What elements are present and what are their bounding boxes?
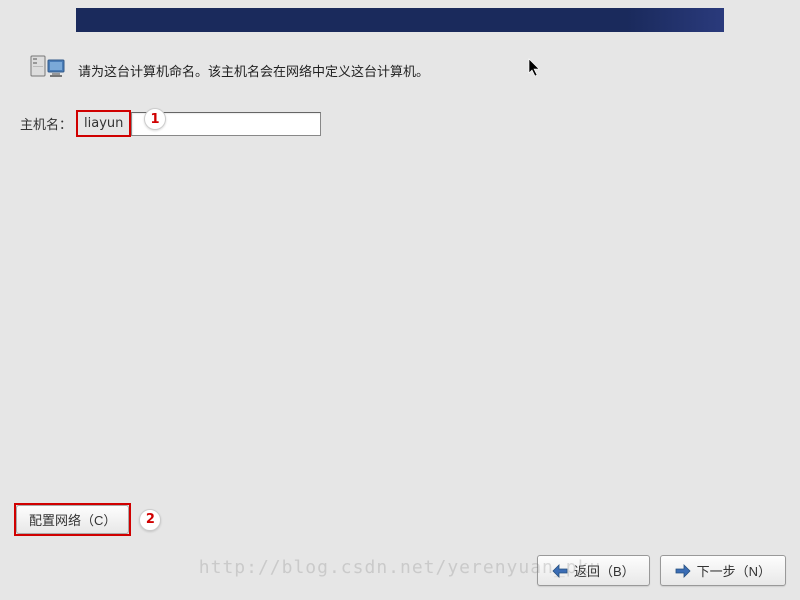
mouse-cursor-icon bbox=[528, 58, 542, 78]
configure-network-button[interactable]: 配置网络（C） bbox=[16, 505, 129, 534]
annotation-callout-1: 1 bbox=[144, 108, 166, 130]
hostname-label: 主机名： bbox=[20, 114, 72, 133]
instruction-row: 请为这台计算机命名。该主机名会在网络中定义这台计算机。 bbox=[30, 54, 429, 86]
header-banner bbox=[76, 8, 724, 32]
instruction-text: 请为这台计算机命名。该主机名会在网络中定义这台计算机。 bbox=[78, 61, 429, 80]
computer-hostname-icon bbox=[30, 54, 66, 86]
configure-network-highlight: 配置网络（C） bbox=[14, 503, 131, 536]
hostname-value-text: liayun bbox=[80, 113, 127, 134]
next-button[interactable]: 下一步（N） bbox=[660, 555, 786, 586]
back-button[interactable]: 返回（B） bbox=[537, 555, 650, 586]
footer-nav: 返回（B） 下一步（N） bbox=[537, 555, 786, 586]
arrow-left-icon bbox=[552, 564, 568, 578]
arrow-right-icon bbox=[675, 564, 691, 578]
hostname-highlight: liayun bbox=[76, 110, 131, 137]
next-button-label: 下一步（N） bbox=[697, 561, 771, 580]
back-button-label: 返回（B） bbox=[574, 561, 635, 580]
hostname-row: 主机名： liayun bbox=[20, 110, 321, 137]
annotation-callout-2: 2 bbox=[139, 509, 161, 531]
configure-network-row: 配置网络（C） 2 bbox=[14, 503, 161, 536]
